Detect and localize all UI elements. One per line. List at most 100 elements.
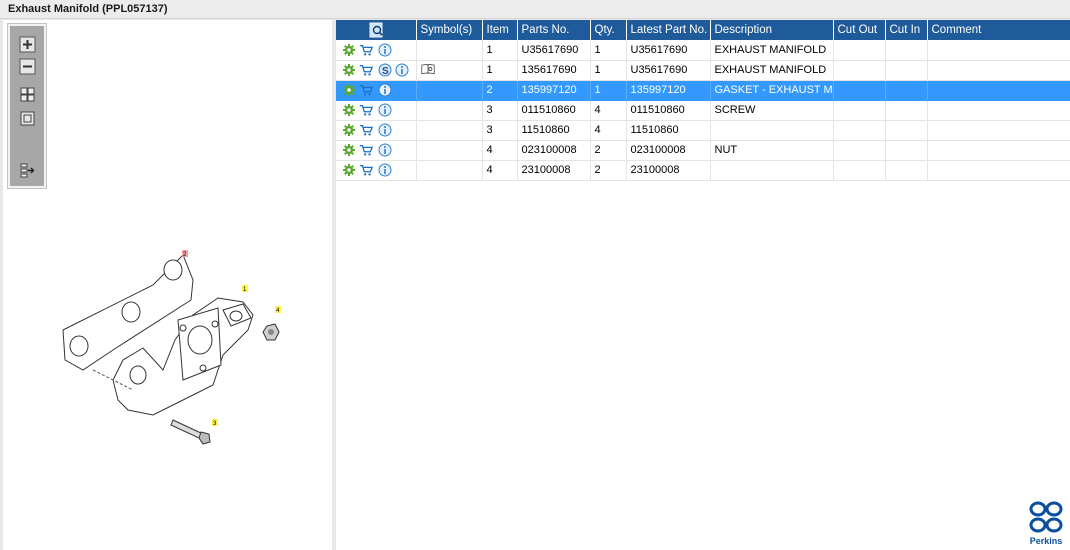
cart-icon[interactable]: [359, 123, 375, 137]
gear-icon[interactable]: [342, 83, 356, 97]
info-icon[interactable]: [378, 83, 392, 97]
table-row[interactable]: 3 011510860 4 011510860 SCREW: [336, 100, 1070, 121]
cut-out-cell: [833, 40, 886, 61]
table-row[interactable]: 4 023100008 2 023100008 NUT: [336, 140, 1070, 161]
table-row[interactable]: S 1 135617690 1 U35617690 EXHAUST MANIFOLD: [336, 60, 1070, 81]
illustration-pane[interactable]: 2 1 4 3: [3, 20, 332, 550]
item-cell: 2: [482, 80, 518, 101]
qty-cell: 4: [590, 100, 627, 121]
symbol-cell: [416, 120, 483, 141]
cut-in-cell: [885, 140, 928, 161]
latest-part-no-cell: 23100008: [626, 160, 711, 181]
perkins-logo: Perkins: [1026, 500, 1066, 546]
part-no-cell: U35617690: [517, 40, 591, 61]
export-icon: [20, 163, 35, 178]
search-columns-icon: [369, 22, 383, 38]
table-row[interactable]: 21359971201135997120GASKET - EXHAUST MAN…: [336, 80, 1070, 101]
view-toolbox-inner: [10, 26, 44, 186]
gear-icon[interactable]: [342, 163, 356, 177]
gear-icon[interactable]: [342, 43, 356, 57]
screw-part[interactable]: [170, 419, 211, 445]
info-icon[interactable]: [378, 163, 392, 177]
cut-out-cell: [833, 140, 886, 161]
row-actions: [336, 40, 417, 61]
qty-cell: 1: [590, 80, 627, 101]
info-icon[interactable]: [378, 123, 392, 137]
item-cell: 4: [482, 160, 518, 181]
column-header-qty[interactable]: Qty.: [590, 20, 627, 40]
cut-in-cell: [885, 160, 928, 181]
table-row[interactable]: 1 U35617690 1 U35617690 EXHAUST MANIFOLD: [336, 40, 1070, 61]
zoom-in-button[interactable]: [19, 36, 36, 53]
description-cell: EXHAUST MANIFOLD: [710, 40, 834, 61]
info-icon[interactable]: [378, 103, 392, 117]
part-no-cell: 011510860: [517, 100, 591, 121]
gear-icon[interactable]: [342, 123, 356, 137]
book-symbol-icon[interactable]: [420, 62, 439, 76]
cart-icon[interactable]: [359, 103, 375, 117]
latest-part-no-cell: 023100008: [626, 140, 711, 161]
part-no-cell: 23100008: [517, 160, 591, 181]
info-icon[interactable]: [378, 43, 392, 57]
window-title: Exhaust Manifold (PPL057137): [8, 3, 168, 15]
item-cell: 1: [482, 60, 518, 81]
exhaust-manifold-diagram[interactable]: 2 1 4 3: [43, 220, 303, 450]
description-cell: SCREW: [710, 100, 834, 121]
item-cell: 1: [482, 40, 518, 61]
part-no-cell: 135617690: [517, 60, 591, 81]
column-header-comment[interactable]: Comment: [927, 20, 1070, 40]
cut-in-cell: [885, 60, 928, 81]
item-cell: 3: [482, 120, 518, 141]
comment-cell: [927, 80, 1070, 101]
grid-icon: [20, 87, 35, 102]
cart-icon[interactable]: [359, 143, 375, 157]
column-header-cut-out[interactable]: Cut Out: [833, 20, 886, 40]
cut-in-cell: [885, 100, 928, 121]
gear-icon[interactable]: [342, 143, 356, 157]
row-actions: [336, 160, 417, 181]
gear-icon[interactable]: [342, 63, 356, 77]
single-view-button[interactable]: [19, 110, 36, 127]
row-actions: S: [336, 60, 417, 81]
cart-icon[interactable]: [359, 63, 375, 77]
export-button[interactable]: [19, 162, 36, 179]
column-header-description[interactable]: Description: [710, 20, 834, 40]
cut-out-cell: [833, 100, 886, 121]
cut-in-cell: [885, 80, 928, 101]
description-cell: [710, 120, 834, 141]
qty-cell: 4: [590, 120, 627, 141]
description-cell: GASKET - EXHAUST MANIFOLD: [710, 80, 834, 101]
comment-cell: [927, 120, 1070, 141]
table-row[interactable]: 3 11510860 4 11510860: [336, 120, 1070, 141]
qty-cell: 1: [590, 60, 627, 81]
perkins-logo-icon: [1029, 501, 1063, 533]
cut-out-cell: [833, 160, 886, 181]
latest-part-no-cell: 135997120: [626, 80, 711, 101]
grid-view-button[interactable]: [19, 86, 36, 103]
cut-out-cell: [833, 60, 886, 81]
cart-icon[interactable]: [359, 83, 375, 97]
cut-in-cell: [885, 120, 928, 141]
info-icon[interactable]: [378, 143, 392, 157]
minus-icon: [19, 58, 36, 75]
info-icon[interactable]: [395, 63, 409, 77]
column-header-symbols[interactable]: Symbol(s): [416, 20, 483, 40]
cut-out-cell: [833, 120, 886, 141]
row-actions: [336, 80, 417, 101]
cart-icon[interactable]: [359, 163, 375, 177]
nut-part[interactable]: [262, 323, 280, 341]
column-header-parts-no[interactable]: Parts No.: [517, 20, 591, 40]
latest-part-no-cell: 011510860: [626, 100, 711, 121]
latest-part-no-cell: U35617690: [626, 40, 711, 61]
cart-icon[interactable]: [359, 43, 375, 57]
column-header-item[interactable]: Item: [482, 20, 518, 40]
column-header-actions[interactable]: [336, 20, 417, 40]
qty-cell: 2: [590, 140, 627, 161]
zoom-out-button[interactable]: [19, 58, 36, 75]
s-badge-icon[interactable]: S: [378, 63, 392, 77]
comment-cell: [927, 60, 1070, 81]
column-header-cut-in[interactable]: Cut In: [885, 20, 928, 40]
table-row[interactable]: 4 23100008 2 23100008: [336, 160, 1070, 181]
column-header-latest-part-no[interactable]: Latest Part No.: [626, 20, 711, 40]
gear-icon[interactable]: [342, 103, 356, 117]
